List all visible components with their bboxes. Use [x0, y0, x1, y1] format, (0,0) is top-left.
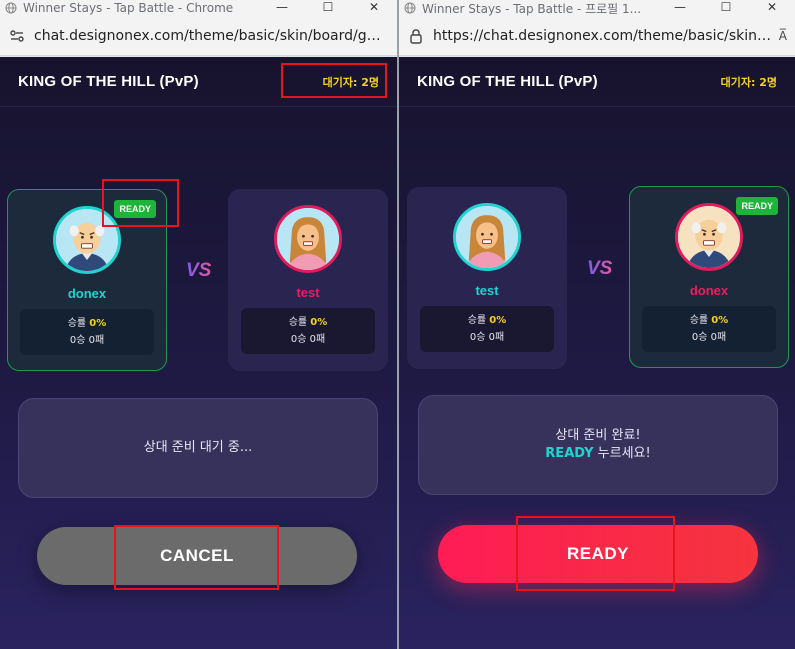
browser-window-right: Winner Stays - Tap Battle - 프로필 1... — ☐…	[399, 0, 795, 649]
vs-label: VS	[587, 258, 613, 279]
game-header: KING OF THE HILL (PvP) 대기자: 2명	[0, 57, 397, 107]
player-card-self: READY donex 승률 0% 0승 0패	[7, 189, 167, 371]
win-rate-value: 0%	[711, 315, 729, 326]
status-message: 상대 준비 대기 중...	[143, 440, 253, 455]
woman-avatar-icon	[277, 208, 339, 270]
old-man-avatar-icon	[678, 206, 740, 268]
globe-icon	[4, 2, 17, 15]
player-name: donex	[689, 283, 729, 298]
waiting-count: 대기자: 2명	[720, 75, 777, 89]
player-card-opponent: READY donex 승률 0% 0승 0패	[629, 186, 789, 368]
avatar-old-man	[53, 206, 121, 274]
player-stats: 승률 0% 0승 0패	[20, 309, 154, 355]
site-settings-icon[interactable]	[8, 27, 26, 45]
player-card-opponent: test 승률 0% 0승 0패	[228, 189, 388, 371]
player-stats: 승률 0% 0승 0패	[241, 308, 375, 354]
address-bar[interactable]: chat.designonex.com/theme/basic/skin/boa…	[0, 16, 397, 56]
record-text: 0승 0패	[691, 332, 727, 343]
woman-avatar-icon	[456, 206, 518, 268]
status-message-box: 상대 준비 완료! READY 누르세요!	[418, 395, 778, 495]
game-header: KING OF THE HILL (PvP) 대기자: 2명	[399, 57, 795, 107]
record-text: 0승 0패	[69, 335, 105, 346]
cancel-button[interactable]: CANCEL	[37, 527, 357, 585]
avatar-woman	[453, 203, 521, 271]
ready-button[interactable]: READY	[438, 525, 758, 583]
window-title: Winner Stays - Tap Battle - Chrome	[23, 1, 234, 15]
avatar-old-man	[675, 203, 743, 271]
old-man-avatar-icon	[56, 209, 118, 271]
avatar-woman	[274, 205, 342, 273]
minimize-button[interactable]: —	[657, 0, 703, 16]
player-name: test	[296, 285, 320, 300]
status-message-line1: 상대 준비 완료!	[555, 428, 641, 443]
player-name: donex	[67, 286, 107, 301]
game-app: KING OF THE HILL (PvP) 대기자: 2명 READY don…	[0, 57, 397, 649]
address-bar[interactable]: https://chat.designonex.com/theme/basic/…	[399, 16, 795, 56]
win-rate-row: 승률 0%	[689, 315, 729, 326]
record-text: 0승 0패	[469, 332, 505, 343]
win-rate-row: 승률 0%	[467, 315, 507, 326]
vs-label: VS	[186, 260, 212, 281]
record-text: 0승 0패	[290, 334, 326, 345]
browser-window-left: Winner Stays - Tap Battle - Chrome — ☐ ✕…	[0, 0, 397, 649]
lock-icon[interactable]	[407, 27, 425, 45]
maximize-button[interactable]: ☐	[305, 0, 351, 16]
title-bar: Winner Stays - Tap Battle - 프로필 1... — ☐…	[399, 0, 795, 16]
win-rate-row: 승률 0%	[67, 318, 107, 329]
ready-highlight-text: READY	[545, 446, 594, 461]
win-rate-value: 0%	[489, 315, 507, 326]
player-stats: 승률 0% 0승 0패	[420, 306, 554, 352]
win-rate-value: 0%	[310, 317, 328, 328]
player-stats: 승률 0% 0승 0패	[642, 306, 776, 352]
ready-badge: READY	[736, 197, 778, 215]
minimize-button[interactable]: —	[259, 0, 305, 16]
maximize-button[interactable]: ☐	[703, 0, 749, 16]
game-title: KING OF THE HILL (PvP)	[18, 73, 199, 90]
win-rate-value: 0%	[89, 318, 107, 329]
read-aloud-icon[interactable]: A̅	[779, 29, 787, 43]
status-message-box: 상대 준비 대기 중...	[18, 398, 378, 498]
title-bar: Winner Stays - Tap Battle - Chrome — ☐ ✕	[0, 0, 397, 16]
player-card-self: test 승률 0% 0승 0패	[407, 187, 567, 369]
ready-badge: READY	[114, 200, 156, 218]
globe-icon	[403, 2, 416, 15]
url-text[interactable]: chat.designonex.com/theme/basic/skin/boa…	[34, 28, 389, 44]
game-title: KING OF THE HILL (PvP)	[417, 73, 598, 90]
win-rate-row: 승률 0%	[288, 317, 328, 328]
url-text[interactable]: https://chat.designonex.com/theme/basic/…	[433, 28, 773, 44]
window-title: Winner Stays - Tap Battle - 프로필 1...	[422, 1, 642, 16]
waiting-count: 대기자: 2명	[322, 75, 379, 89]
player-name: test	[475, 283, 499, 298]
game-app: KING OF THE HILL (PvP) 대기자: 2명 test 승률 0…	[399, 57, 795, 649]
close-button[interactable]: ✕	[749, 0, 795, 16]
status-message-line2: READY 누르세요!	[545, 446, 651, 461]
close-button[interactable]: ✕	[351, 0, 397, 16]
